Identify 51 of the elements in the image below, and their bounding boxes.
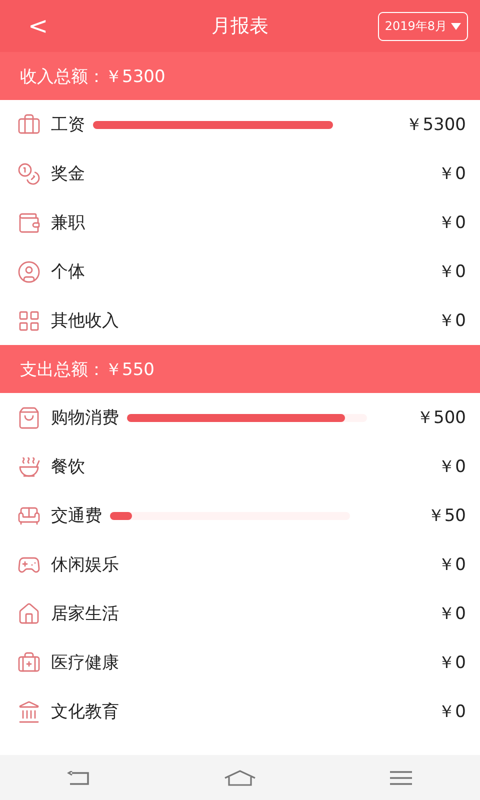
category-row[interactable]: 居家生活 ￥0 (0, 589, 480, 638)
category-amount: ￥0 (438, 701, 466, 723)
category-row[interactable]: 购物消费 ￥500 (0, 393, 480, 442)
category-amount: ￥50 (427, 505, 466, 527)
category-label: 奖金 (51, 163, 85, 185)
category-label: 工资 (51, 114, 85, 136)
section-total: 支出总额：￥550 (0, 345, 480, 393)
page-title: 月报表 (212, 14, 268, 39)
menu-icon[interactable] (389, 770, 414, 786)
category-label: 其他收入 (51, 310, 119, 332)
category-amount: ￥0 (438, 212, 466, 234)
category-label: 休闲娱乐 (51, 554, 119, 576)
category-row[interactable]: 交通费 ￥50 (0, 491, 480, 540)
category-label: 个体 (51, 261, 85, 283)
category-amount: ￥0 (438, 554, 466, 576)
person-icon (17, 260, 41, 284)
category-row[interactable]: 医疗健康 ￥0 (0, 638, 480, 687)
category-row[interactable]: 其他收入 ￥0 (0, 296, 480, 345)
category-row[interactable]: 奖金 ￥0 (0, 149, 480, 198)
caret-icon (451, 22, 461, 30)
category-row[interactable]: 工资 ￥5300 (0, 100, 480, 149)
home-nav-icon[interactable] (224, 770, 256, 786)
category-label: 兼职 (51, 212, 85, 234)
category-label: 购物消费 (51, 407, 119, 429)
category-label: 医疗健康 (51, 652, 119, 674)
back-nav-icon[interactable] (66, 770, 91, 784)
bag-icon (17, 406, 41, 430)
category-amount: ￥0 (438, 652, 466, 674)
category-amount: ￥0 (438, 603, 466, 625)
category-row[interactable]: 兼职 ￥0 (0, 198, 480, 247)
category-label: 文化教育 (51, 701, 119, 723)
house-icon (17, 602, 41, 626)
category-amount: ￥0 (438, 310, 466, 332)
category-row[interactable]: 文化教育 ￥0 (0, 687, 480, 736)
category-row[interactable]: 餐饮 ￥0 (0, 442, 480, 491)
category-row[interactable]: 休闲娱乐 ￥0 (0, 540, 480, 589)
category-amount: ￥500 (416, 407, 466, 429)
medical-kit-icon (17, 650, 41, 674)
category-amount: ￥0 (438, 163, 466, 185)
grid-icon (17, 308, 41, 332)
bowl-icon (17, 454, 41, 478)
coins-icon (17, 162, 41, 186)
category-label: 交通费 (51, 505, 102, 527)
category-label: 居家生活 (51, 603, 119, 625)
category-amount: ￥5300 (406, 114, 466, 136)
section-total: 收入总额：￥5300 (0, 52, 480, 100)
category-label: 餐饮 (51, 456, 85, 478)
building-icon (17, 700, 41, 724)
category-amount: ￥0 (438, 456, 466, 478)
category-row[interactable]: 个体 ￥0 (0, 247, 480, 296)
category-amount: ￥0 (438, 261, 466, 283)
